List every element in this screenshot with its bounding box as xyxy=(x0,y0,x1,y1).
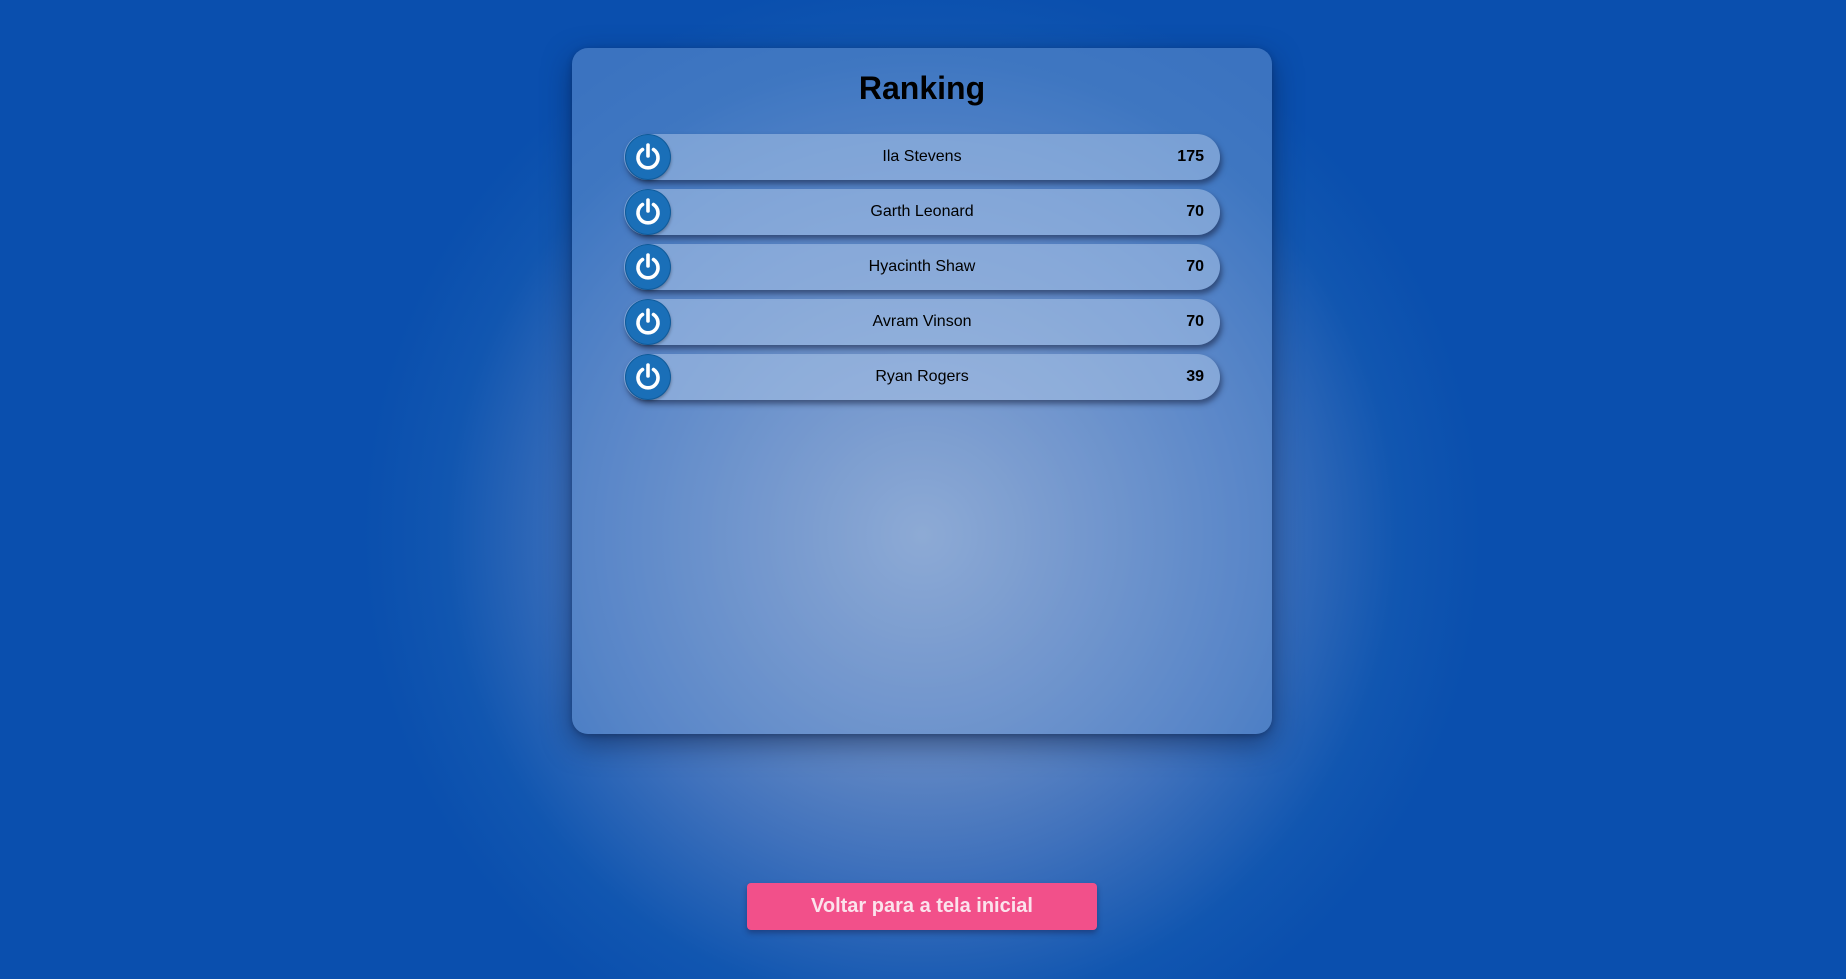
list-item: Ila Stevens 175 xyxy=(624,134,1220,180)
player-score: 70 xyxy=(1186,203,1204,220)
player-score: 175 xyxy=(1177,148,1204,165)
player-name: Ila Stevens xyxy=(882,148,962,165)
back-to-home-button[interactable]: Voltar para a tela inicial xyxy=(747,883,1097,930)
ranking-panel: Ranking Ila Stevens 175 Garth Leonard 70 xyxy=(572,48,1272,734)
page-title: Ranking xyxy=(858,70,986,106)
power-icon xyxy=(636,253,660,280)
player-score: 70 xyxy=(1186,258,1204,275)
player-score: 70 xyxy=(1186,313,1204,330)
avatar xyxy=(626,300,670,344)
player-name: Ryan Rogers xyxy=(875,368,969,385)
avatar xyxy=(626,190,670,234)
power-icon xyxy=(636,308,660,335)
power-icon xyxy=(636,198,660,225)
avatar xyxy=(626,245,670,289)
list-item: Ryan Rogers 39 xyxy=(624,354,1220,400)
list-item: Hyacinth Shaw 70 xyxy=(624,244,1220,290)
ranking-list: Ila Stevens 175 Garth Leonard 70 Hyacint… xyxy=(624,134,1220,409)
list-item: Avram Vinson 70 xyxy=(624,299,1220,345)
power-icon xyxy=(636,143,660,170)
avatar xyxy=(626,135,670,179)
player-score: 39 xyxy=(1186,368,1204,385)
avatar xyxy=(626,355,670,399)
player-name: Avram Vinson xyxy=(872,313,972,330)
player-name: Hyacinth Shaw xyxy=(868,258,976,275)
list-item: Garth Leonard 70 xyxy=(624,189,1220,235)
power-icon xyxy=(636,363,660,390)
player-name: Garth Leonard xyxy=(870,203,974,220)
